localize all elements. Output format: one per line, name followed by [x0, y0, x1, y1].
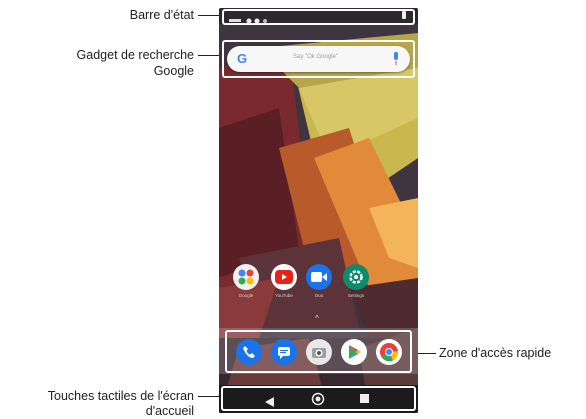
- quick-access-annotation: Zone d'accès rapide: [439, 346, 552, 360]
- duo-icon[interactable]: [306, 264, 332, 290]
- youtube-icon[interactable]: [271, 264, 297, 290]
- google-widget-annotation-line2: Google: [153, 64, 194, 78]
- home-touch-annotation-line2: d'accueil: [145, 404, 194, 418]
- google-widget-annotation-line1: Gadget de recherche: [76, 48, 194, 62]
- app-label-google: Google: [238, 293, 254, 298]
- search-widget-highlight: [222, 40, 415, 78]
- google-folder-icon[interactable]: [233, 264, 259, 290]
- play-store-icon[interactable]: [341, 339, 367, 365]
- settings-icon[interactable]: [343, 264, 369, 290]
- home-touch-annotation-line1: Touches tactiles de l'écran: [47, 389, 194, 403]
- camera-icon[interactable]: [306, 339, 332, 365]
- app-drawer-chevron-icon[interactable]: ^: [315, 314, 319, 323]
- status-bar-highlight: [222, 9, 415, 25]
- app-label-duo: Duo: [314, 293, 324, 298]
- phone-screen: G Say "Ok Google" Google YouTube Duo Set…: [219, 8, 418, 413]
- chrome-icon[interactable]: [376, 339, 402, 365]
- phone-icon[interactable]: [236, 339, 262, 365]
- navigation-bar-highlight: [221, 386, 416, 411]
- messages-icon[interactable]: [271, 339, 297, 365]
- app-label-youtube: YouTube: [275, 293, 293, 298]
- status-bar-annotation: Barre d'état: [129, 8, 194, 22]
- app-label-settings: Settings: [347, 293, 365, 298]
